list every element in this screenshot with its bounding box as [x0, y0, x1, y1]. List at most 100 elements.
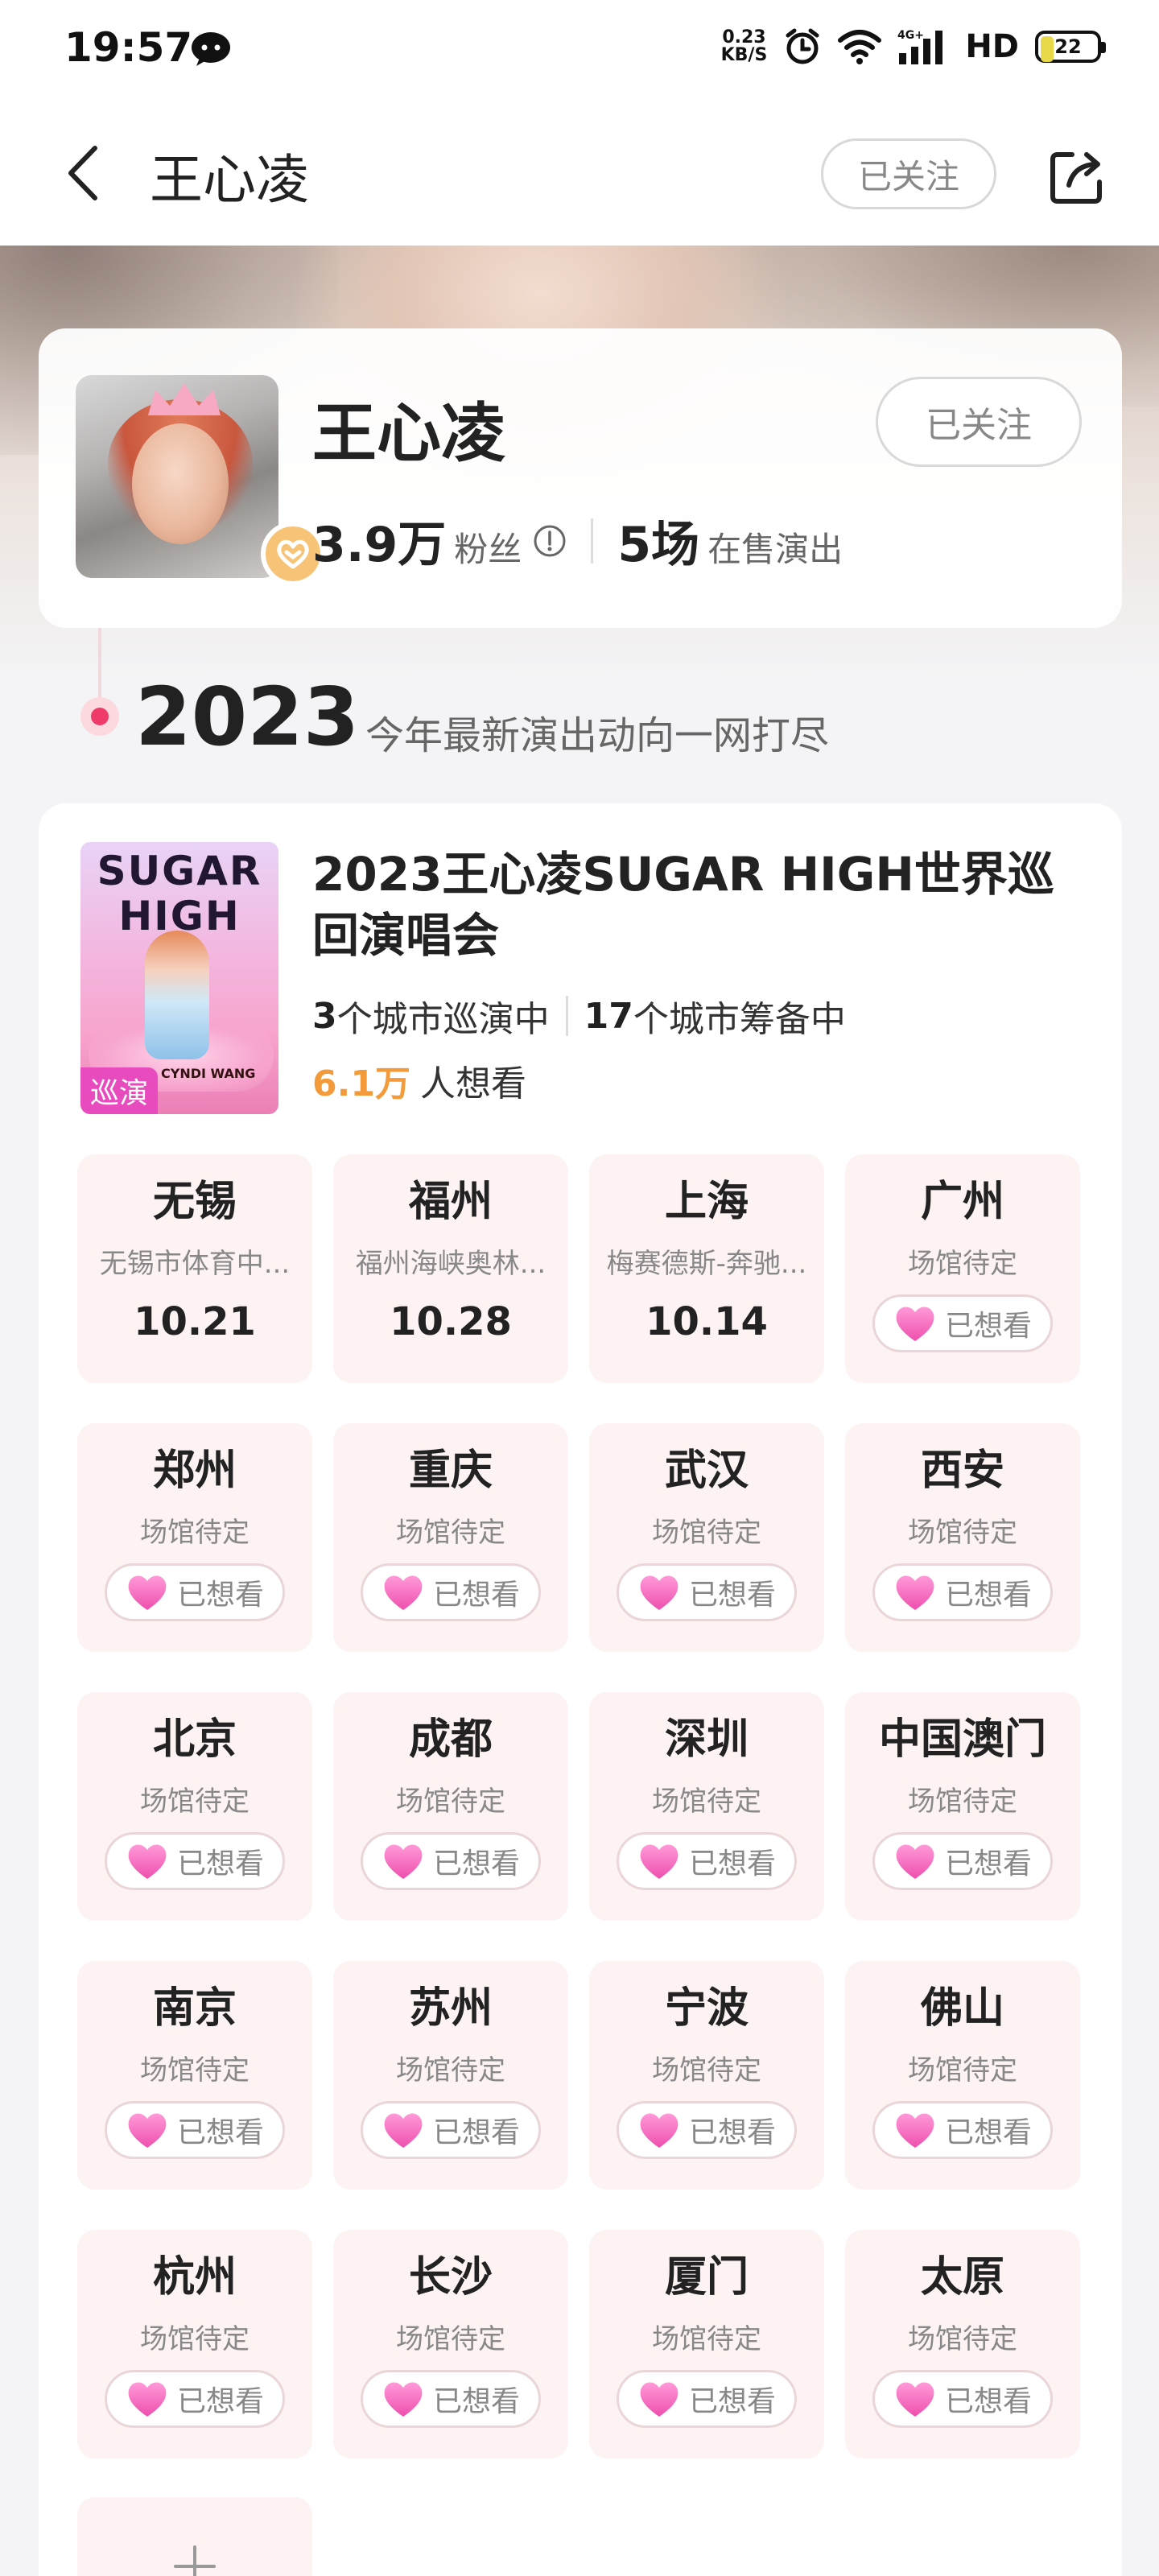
city-cell[interactable]: 厦门 场馆待定 已想看: [589, 2230, 824, 2458]
poster-title: SUGAR HIGH: [87, 848, 272, 939]
wanted-button[interactable]: 已想看: [872, 2101, 1053, 2159]
city-cell[interactable]: 重庆 场馆待定 已想看: [333, 1423, 568, 1652]
battery-level: 22: [1054, 35, 1082, 58]
wanted-button[interactable]: 已想看: [105, 2370, 285, 2428]
wanted-label: 已想看: [432, 2385, 520, 2418]
avatar[interactable]: [76, 375, 278, 578]
heart-icon: [382, 1572, 425, 1612]
wanted-button[interactable]: 已想看: [105, 1563, 285, 1621]
tour-stats: 3 个城市巡演中 17 个城市筹备中: [312, 990, 846, 1042]
city-cell[interactable]: 长沙 场馆待定 已想看: [333, 2230, 568, 2458]
city-name: 佛山: [920, 1984, 1004, 2033]
info-icon[interactable]: [533, 524, 567, 558]
city-cell[interactable]: 太原 场馆待定 已想看: [845, 2230, 1080, 2458]
preparing-label: 个城市筹备中: [633, 999, 846, 1040]
wanted-button[interactable]: 已想看: [105, 1832, 285, 1890]
city-name: 太原: [920, 2253, 1004, 2301]
poster-figure: [145, 931, 209, 1059]
tour-title[interactable]: 2023王心凌SUGAR HIGH世界巡回演唱会: [312, 844, 1085, 966]
heart-icon: [637, 2110, 681, 2150]
tour-card[interactable]: SUGAR HIGH CYNDI WANG 巡演 2023王心凌SUGAR HI…: [39, 803, 1122, 2576]
city-cell[interactable]: 成都 场馆待定 已想看: [333, 1692, 568, 1921]
wanted-button[interactable]: 已想看: [617, 2370, 797, 2428]
city-cell[interactable]: 西安 场馆待定 已想看: [845, 1423, 1080, 1652]
wanted-label: 已想看: [688, 1579, 776, 1612]
wanted-button[interactable]: 已想看: [361, 2101, 541, 2159]
nav-follow-button[interactable]: 已关注: [821, 138, 996, 209]
wanted-button[interactable]: 已想看: [872, 1563, 1053, 1621]
signal-4g-icon: 4G+: [897, 29, 943, 64]
wanted-label: 已想看: [432, 1847, 520, 1880]
city-name: 无锡: [152, 1178, 237, 1226]
city-venue: 场馆待定: [652, 1517, 761, 1549]
city-name: 长沙: [408, 2253, 493, 2301]
city-cell[interactable]: 佛山 场馆待定 已想看: [845, 1961, 1080, 2190]
share-icon[interactable]: [1045, 145, 1109, 209]
add-city-button[interactable]: [77, 2497, 312, 2576]
wanted-button[interactable]: 已想看: [872, 1294, 1053, 1352]
wanted-button[interactable]: 已想看: [617, 1563, 797, 1621]
fans-label: 粉丝: [454, 530, 522, 569]
heart-icon: [893, 1303, 937, 1344]
city-venue: 场馆待定: [652, 2054, 761, 2087]
city-venue: 场馆待定: [908, 1517, 1017, 1549]
city-name: 杭州: [152, 2253, 237, 2301]
city-name: 重庆: [408, 1447, 493, 1495]
shows-label[interactable]: 在售演出: [707, 522, 843, 572]
heart-icon: [893, 1572, 937, 1612]
wanted-button[interactable]: 已想看: [361, 2370, 541, 2428]
city-venue: 场馆待定: [396, 1785, 505, 1818]
year-label: 2023: [135, 670, 360, 764]
city-name: 南京: [152, 1984, 237, 2033]
stats-divider: [591, 518, 594, 564]
city-venue: 场馆待定: [908, 1248, 1017, 1280]
city-cell[interactable]: 深圳 场馆待定 已想看: [589, 1692, 824, 1921]
city-cell[interactable]: 福州 福州海峡奥林... 10.28: [333, 1154, 568, 1383]
wanted-button[interactable]: 已想看: [617, 2101, 797, 2159]
want-label: 人想看: [419, 1063, 526, 1104]
wanted-button[interactable]: 已想看: [361, 1832, 541, 1890]
wanted-label: 已想看: [944, 1310, 1032, 1343]
wanted-button[interactable]: 已想看: [361, 1563, 541, 1621]
city-cell[interactable]: 上海 梅赛德斯-奔驰... 10.14: [589, 1154, 824, 1383]
tour-poster[interactable]: SUGAR HIGH CYNDI WANG 巡演: [80, 842, 278, 1114]
city-cell[interactable]: 杭州 场馆待定 已想看: [77, 2230, 312, 2458]
wanted-button[interactable]: 已想看: [617, 1832, 797, 1890]
wifi-icon: [838, 30, 882, 64]
fans-count: 3.9万: [312, 517, 447, 573]
net-speed: 0.23 KB/S: [721, 29, 768, 64]
hd-label: HD: [965, 28, 1019, 65]
city-name: 福州: [408, 1178, 493, 1226]
battery-tip: [1101, 42, 1106, 53]
city-cell[interactable]: 南京 场馆待定 已想看: [77, 1961, 312, 2190]
city-cell[interactable]: 中国澳门 场馆待定 已想看: [845, 1692, 1080, 1921]
wechat-icon: [192, 32, 230, 66]
shows-count[interactable]: 5场: [617, 506, 699, 576]
city-venue: 场馆待定: [140, 2323, 250, 2355]
city-cell[interactable]: 北京 场馆待定 已想看: [77, 1692, 312, 1921]
year-subtitle: 今年最新演出动向一网打尽: [365, 713, 830, 758]
artist-follow-button[interactable]: 已关注: [876, 377, 1082, 467]
city-name: 上海: [664, 1178, 749, 1226]
city-name: 宁波: [664, 1984, 749, 2033]
wanted-label: 已想看: [944, 2385, 1032, 2418]
wanted-label: 已想看: [944, 1579, 1032, 1612]
battery-icon: 22: [1035, 31, 1106, 63]
city-cell[interactable]: 武汉 场馆待定 已想看: [589, 1423, 824, 1652]
city-cell[interactable]: 郑州 场馆待定 已想看: [77, 1423, 312, 1652]
city-cell[interactable]: 广州 场馆待定 已想看: [845, 1154, 1080, 1383]
nav-title: 王心凌: [150, 149, 309, 211]
city-venue: 场馆待定: [908, 1785, 1017, 1818]
city-date: 10.28: [390, 1299, 512, 1344]
back-arrow-icon[interactable]: [53, 137, 118, 209]
city-cell[interactable]: 宁波 场馆待定 已想看: [589, 1961, 824, 2190]
city-name: 深圳: [664, 1715, 749, 1764]
wanted-button[interactable]: 已想看: [872, 2370, 1053, 2428]
city-cell[interactable]: 苏州 场馆待定 已想看: [333, 1961, 568, 2190]
wanted-label: 已想看: [944, 2116, 1032, 2149]
wanted-button[interactable]: 已想看: [105, 2101, 285, 2159]
wanted-button[interactable]: 已想看: [872, 1832, 1053, 1890]
city-name: 厦门: [664, 2253, 749, 2301]
city-cell[interactable]: 无锡 无锡市体育中... 10.21: [77, 1154, 312, 1383]
status-time: 19:57: [64, 24, 193, 71]
